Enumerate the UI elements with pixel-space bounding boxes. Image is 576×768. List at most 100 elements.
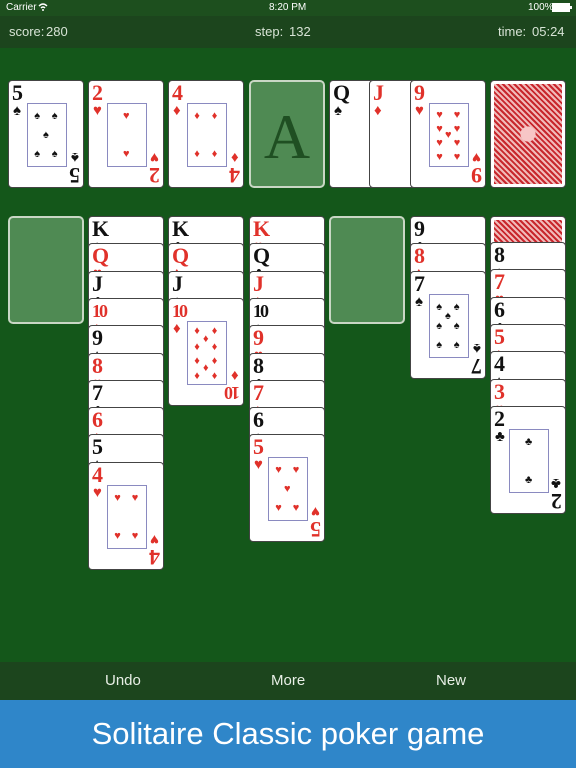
card-rank-bottom: 9 (471, 163, 482, 188)
carrier-label: Carrier (6, 2, 37, 13)
diamond-pip-icon: ♦ (194, 324, 200, 337)
diamond-pip-icon: ♦ (211, 109, 218, 122)
heart-pip-icon: ♥ (436, 136, 443, 149)
heart-icon: ♥ (93, 484, 102, 501)
spade-pip-icon: ♠ (34, 109, 41, 122)
tableau-card[interactable]: 2 ♣ 2 ♣ ♣ ♣ (490, 406, 566, 514)
card-pip-area: ♦ ♦ ♦ ♦ (187, 103, 227, 167)
spade-pip-icon: ♠ (453, 339, 460, 352)
new-button[interactable]: New (436, 672, 466, 689)
step-label: step: (255, 24, 284, 39)
card-pip-area: ♦ ♦ ♦ ♦ ♦ ♦ ♦ ♦ ♦ ♦ (187, 321, 227, 385)
heart-pip-icon: ♥ (275, 502, 282, 515)
time-label: time: (498, 24, 527, 39)
card-rank-bottom: 7 (471, 354, 482, 379)
diamond-pip-icon: ♦ (211, 370, 218, 383)
diamond-icon: ♦ (374, 102, 382, 119)
diamond-icon: ♦ (231, 149, 239, 166)
tableau-empty-slot[interactable] (8, 216, 84, 324)
foundation-card[interactable]: 4 ♦ 4 ♦ ♦ ♦ ♦ ♦ (168, 80, 244, 188)
diamond-pip-icon: ♦ (211, 354, 218, 367)
heart-icon: ♥ (150, 149, 159, 166)
card-rank-bottom: 2 (149, 163, 160, 188)
diamond-pip-icon: ♦ (203, 332, 209, 345)
waste-card[interactable]: 9 ♥ 9 ♥ ♥ ♥ ♥ ♥ ♥ ♥ ♥ ♥ ♥ (410, 80, 486, 188)
spade-pip-icon: ♠ (453, 320, 460, 332)
card-rank-bottom: 10 (226, 383, 240, 403)
diamond-pip-icon: ♦ (211, 340, 218, 353)
spade-pip-icon: ♠ (436, 320, 443, 332)
spade-icon: ♠ (415, 293, 423, 310)
spade-pip-icon: ♠ (445, 310, 451, 323)
heart-pip-icon: ♥ (453, 136, 461, 149)
spade-icon: ♠ (71, 149, 79, 166)
club-icon: ♣ (551, 475, 561, 492)
heart-icon: ♥ (472, 149, 481, 166)
club-icon: ♣ (495, 428, 505, 445)
card-pip-area: ♥ ♥ ♥ ♥ (107, 485, 147, 549)
heart-pip-icon: ♥ (445, 129, 452, 141)
spade-icon: ♠ (13, 102, 21, 119)
card-rank-bottom: 5 (69, 163, 80, 188)
foundation-card[interactable]: 2 ♥ 2 ♥ ♥ ♥ (88, 80, 164, 188)
foundation-slot[interactable]: A (249, 80, 325, 188)
heart-pip-icon: ♥ (114, 530, 121, 543)
heart-icon: ♥ (150, 531, 159, 548)
tableau-card[interactable]: 4 ♥ 4 ♥ ♥ ♥ ♥ ♥ (88, 462, 164, 570)
heart-pip-icon: ♥ (453, 108, 461, 121)
spade-icon: ♠ (334, 102, 342, 119)
spade-pip-icon: ♠ (453, 300, 460, 313)
stock-pile[interactable] (490, 80, 566, 188)
spade-pip-icon: ♠ (34, 148, 41, 161)
wifi-icon (38, 2, 48, 15)
time-value: 05:24 (532, 24, 565, 39)
card-pip-area: ♥ ♥ (107, 103, 147, 167)
card-back-pattern (494, 84, 562, 184)
undo-button[interactable]: Undo (105, 672, 141, 689)
foundation-card[interactable]: 5 ♠ 5 ♠ ♠ ♠ ♠ ♠ ♠ (8, 80, 84, 188)
more-button[interactable]: More (271, 672, 305, 689)
spade-pip-icon: ♠ (43, 129, 49, 141)
score-value: 280 (46, 24, 68, 39)
card-rank-bottom: 2 (551, 489, 562, 514)
diamond-pip-icon: ♦ (194, 370, 200, 383)
promo-banner: Solitaire Classic poker game (0, 700, 576, 768)
card-pip-area: ♥ ♥ ♥ ♥ ♥ ♥ ♥ ♥ ♥ (429, 103, 469, 167)
card-pip-area: ♣ ♣ (509, 429, 549, 493)
spade-pip-icon: ♠ (51, 148, 58, 161)
tableau-empty-slot[interactable] (329, 216, 405, 324)
heart-pip-icon: ♥ (453, 150, 461, 163)
spade-pip-icon: ♠ (436, 300, 443, 313)
heart-pip-icon: ♥ (114, 491, 121, 504)
heart-pip-icon: ♥ (436, 150, 443, 163)
card-rank-bottom: 5 (310, 517, 321, 542)
heart-pip-icon: ♥ (436, 122, 443, 135)
heart-pip-icon: ♥ (123, 148, 130, 161)
battery-label: 100% (528, 2, 554, 13)
card-pip-area: ♠ ♠ ♠ ♠ ♠ ♠ ♠ (429, 294, 469, 358)
clock-label: 8:20 PM (269, 2, 307, 13)
card-rank-bottom: 4 (149, 545, 160, 570)
spade-pip-icon: ♠ (436, 339, 443, 352)
diamond-pip-icon: ♦ (203, 362, 209, 375)
diamond-pip-icon: ♦ (194, 148, 200, 161)
heart-pip-icon: ♥ (131, 530, 139, 543)
bottom-toolbar: Undo More New (0, 662, 576, 700)
tableau-card[interactable]: 5 ♥ 5 ♥ ♥ ♥ ♥ ♥ ♥ (249, 434, 325, 542)
heart-pip-icon: ♥ (284, 483, 291, 495)
heart-icon: ♥ (254, 456, 263, 473)
tableau-card[interactable]: 7 ♠ 7 ♠ ♠ ♠ ♠ ♠ ♠ ♠ ♠ (410, 271, 486, 379)
diamond-pip-icon: ♦ (194, 354, 200, 367)
tableau-card[interactable]: 10 ♦ 10 ♦ ♦ ♦ ♦ ♦ ♦ ♦ ♦ ♦ ♦ ♦ (168, 298, 244, 406)
card-pip-area: ♥ ♥ ♥ ♥ ♥ (268, 457, 308, 521)
ace-placeholder-label: A (263, 101, 311, 172)
heart-icon: ♥ (311, 503, 320, 520)
heart-pip-icon: ♥ (131, 491, 139, 504)
score-label: score: (9, 24, 45, 39)
step-value: 132 (289, 24, 311, 39)
heart-pip-icon: ♥ (275, 463, 282, 476)
heart-icon: ♥ (93, 102, 102, 119)
diamond-pip-icon: ♦ (211, 324, 218, 337)
diamond-icon: ♦ (173, 320, 181, 337)
card-table: 5 ♠ 5 ♠ ♠ ♠ ♠ ♠ ♠ 2 ♥ 2 ♥ ♥ ♥ 4 ♦ 4 ♦ ♦ ♦ ♦ ♦ A Q ♠ J ♦ 9 ♥ 9 ♥ ♥ ♥ ♥ ♥ ♥ ♥ ♥ ♥… (0, 48, 576, 662)
